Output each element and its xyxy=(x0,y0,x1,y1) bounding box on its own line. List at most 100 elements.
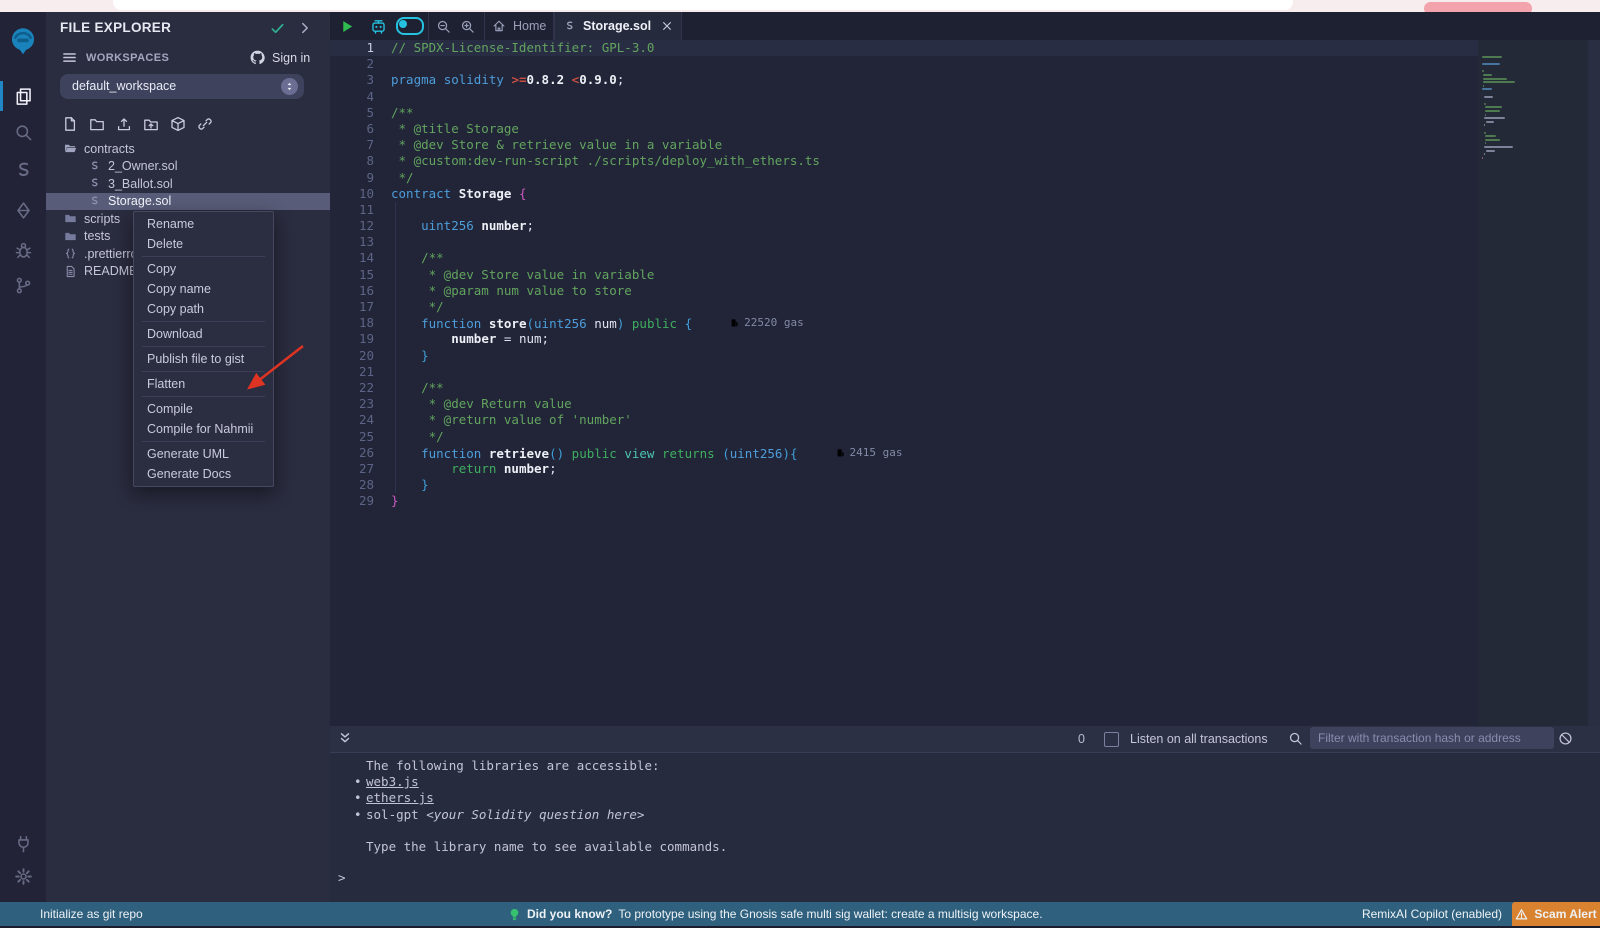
code-line-25[interactable]: 25 */ xyxy=(330,429,1478,445)
terminal-line: •ethers.js xyxy=(330,790,1600,806)
line-number: 13 xyxy=(330,234,374,250)
new-file-button[interactable] xyxy=(62,116,78,132)
run-script-button[interactable] xyxy=(340,12,355,40)
code-line-16[interactable]: 16 * @param num value to store xyxy=(330,283,1478,299)
context-menu-item-flatten[interactable]: Flatten xyxy=(134,374,273,394)
code-text: * @dev Store value in variable xyxy=(391,267,654,283)
library-link[interactable]: ethers.js xyxy=(366,790,434,805)
minimap[interactable] xyxy=(1478,40,1600,726)
context-menu-item-generate-uml[interactable]: Generate UML xyxy=(134,444,273,464)
scrollbar-track[interactable] xyxy=(1588,40,1600,726)
code-line-23[interactable]: 23 * @dev Return value xyxy=(330,396,1478,412)
minimap-line xyxy=(1484,132,1486,134)
remix-logo xyxy=(9,27,37,55)
search-rail-item[interactable] xyxy=(0,115,46,149)
workspace-select[interactable]: default_workspace xyxy=(60,74,304,99)
copilot-status[interactable]: RemixAI Copilot (enabled) xyxy=(1362,907,1502,921)
code-line-1[interactable]: 1// SPDX-License-Identifier: GPL-3.0 xyxy=(330,40,1478,56)
import-url-button[interactable] xyxy=(197,116,213,132)
hamburger-menu-icon[interactable] xyxy=(62,50,77,65)
code-line-9[interactable]: 9 */ xyxy=(330,170,1478,186)
ai-copilot-icon[interactable] xyxy=(370,12,387,40)
tree-item-storage-sol[interactable]: Storage.sol xyxy=(46,193,372,211)
tree-item-label: 3_Ballot.sol xyxy=(108,177,173,191)
minimap-line xyxy=(1485,135,1496,137)
upload-folder-button[interactable] xyxy=(143,116,159,132)
plugin-manager-rail-item[interactable] xyxy=(0,826,46,860)
transaction-filter-input[interactable] xyxy=(1310,727,1554,749)
library-link[interactable]: web3.js xyxy=(366,774,419,789)
debugger-rail-item[interactable] xyxy=(0,233,46,267)
clear-console-icon[interactable] xyxy=(1558,731,1573,746)
listen-checkbox[interactable] xyxy=(1104,732,1119,747)
tree-item-2-owner-sol[interactable]: 2_Owner.sol xyxy=(46,158,372,176)
code-line-27[interactable]: 27 return number; xyxy=(330,461,1478,477)
minimap-line xyxy=(1486,150,1494,152)
tab-home[interactable]: Home xyxy=(492,12,546,40)
minimap-line xyxy=(1485,106,1502,108)
code-line-22[interactable]: 22 /** xyxy=(330,380,1478,396)
code-line-14[interactable]: 14 /** xyxy=(330,250,1478,266)
init-git-repo-button[interactable]: Initialize as git repo xyxy=(40,907,143,921)
minimap-line xyxy=(1482,88,1492,90)
code-line-10[interactable]: 10contract Storage { xyxy=(330,186,1478,202)
new-folder-button[interactable] xyxy=(89,116,105,132)
code-line-4[interactable]: 4 xyxy=(330,89,1478,105)
code-line-21[interactable]: 21 xyxy=(330,364,1478,380)
solidity-compiler-rail-item[interactable] xyxy=(0,153,46,187)
code-line-7[interactable]: 7 * @dev Store & retrieve value in a var… xyxy=(330,137,1478,153)
code-line-28[interactable]: 28 } xyxy=(330,477,1478,493)
terminal-output[interactable]: The following libraries are accessible:•… xyxy=(330,752,1600,902)
code-line-29[interactable]: 29} xyxy=(330,493,1478,509)
context-menu-item-rename[interactable]: Rename xyxy=(134,214,273,234)
context-menu-item-download[interactable]: Download xyxy=(134,324,273,344)
context-menu-item-copy[interactable]: Copy xyxy=(134,259,273,279)
context-menu-item-copy-path[interactable]: Copy path xyxy=(134,299,273,319)
tree-item-contracts[interactable]: contracts xyxy=(46,140,348,158)
file-icon xyxy=(64,265,77,278)
chevron-right-icon[interactable] xyxy=(298,21,312,35)
context-menu-item-generate-docs[interactable]: Generate Docs xyxy=(134,464,273,484)
code-line-19[interactable]: 19 number = num; xyxy=(330,331,1478,347)
zoom-out-button[interactable] xyxy=(436,12,451,40)
code-line-5[interactable]: 5/** xyxy=(330,105,1478,121)
upload-file-button[interactable] xyxy=(116,116,132,132)
close-tab-icon[interactable] xyxy=(661,20,673,32)
code-line-18[interactable]: 18 function store(uint256 num) public {2… xyxy=(330,315,1478,331)
code-line-2[interactable]: 2 xyxy=(330,56,1478,72)
code-editor[interactable]: 1// SPDX-License-Identifier: GPL-3.023pr… xyxy=(330,40,1478,726)
context-menu-item-copy-name[interactable]: Copy name xyxy=(134,279,273,299)
file-explorer-rail-item[interactable] xyxy=(0,79,46,113)
bug-icon xyxy=(14,241,33,260)
code-line-17[interactable]: 17 */ xyxy=(330,299,1478,315)
scam-alert-badge[interactable]: Scam Alert xyxy=(1512,902,1600,926)
code-line-26[interactable]: 26 function retrieve() public view retur… xyxy=(330,445,1478,461)
context-menu-item-compile-for-nahmii[interactable]: Compile for Nahmii xyxy=(134,419,273,439)
code-line-6[interactable]: 6 * @title Storage xyxy=(330,121,1478,137)
settings-rail-item[interactable] xyxy=(0,859,46,893)
collapse-terminal-icon[interactable] xyxy=(338,731,352,745)
code-line-8[interactable]: 8 * @custom:dev-run-script ./scripts/dep… xyxy=(330,153,1478,169)
code-line-20[interactable]: 20 } xyxy=(330,348,1478,364)
code-line-15[interactable]: 15 * @dev Store value in variable xyxy=(330,267,1478,283)
context-menu-item-publish-file-to-gist[interactable]: Publish file to gist xyxy=(134,349,273,369)
code-line-11[interactable]: 11 xyxy=(330,202,1478,218)
code-line-3[interactable]: 3pragma solidity >=0.8.2 <0.9.0; xyxy=(330,72,1478,88)
minimap-line xyxy=(1486,121,1494,123)
tab-storage-sol[interactable]: Storage.sol xyxy=(554,12,682,40)
code-line-24[interactable]: 24 * @return value of 'number' xyxy=(330,412,1478,428)
code-text: * @dev Return value xyxy=(391,396,572,412)
deploy-run-rail-item[interactable] xyxy=(0,193,46,227)
code-text: } xyxy=(391,477,429,493)
git-rail-item[interactable] xyxy=(0,268,46,302)
zoom-in-button[interactable] xyxy=(460,12,475,40)
copilot-toggle[interactable] xyxy=(396,12,424,40)
code-line-13[interactable]: 13 xyxy=(330,234,1478,250)
import-ipfs-button[interactable] xyxy=(170,116,186,132)
context-menu-item-compile[interactable]: Compile xyxy=(134,399,273,419)
tree-item-3-ballot-sol[interactable]: 3_Ballot.sol xyxy=(46,175,372,193)
code-line-12[interactable]: 12 uint256 number; xyxy=(330,218,1478,234)
sign-in-button[interactable]: Sign in xyxy=(272,51,310,65)
context-menu-item-delete[interactable]: Delete xyxy=(134,234,273,254)
terminal-prompt[interactable]: > xyxy=(338,870,346,885)
